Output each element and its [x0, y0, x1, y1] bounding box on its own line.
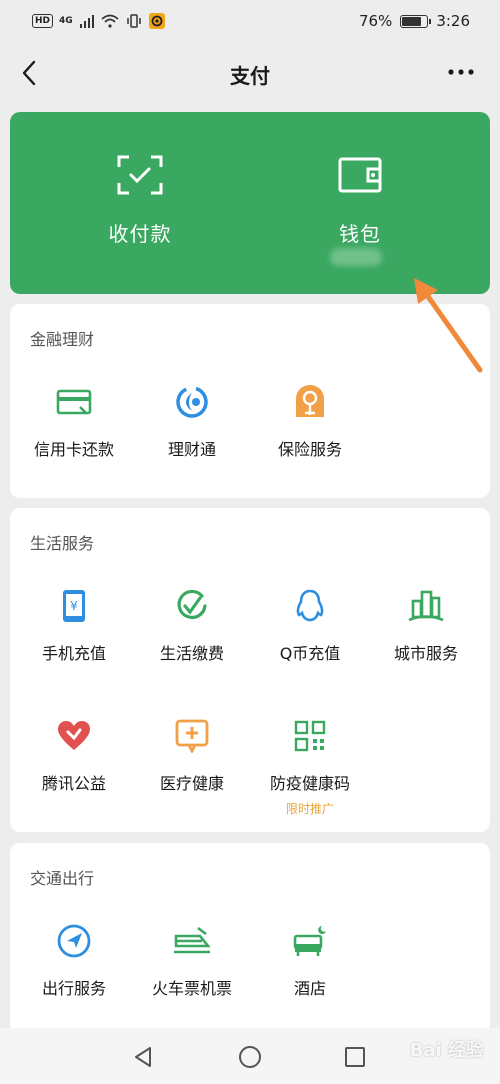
hotel-bed-icon — [250, 921, 370, 961]
grid-item-train-flight[interactable]: 火车票机票 — [132, 921, 252, 999]
vibrate-icon — [126, 14, 141, 28]
section-title: 交通出行 — [30, 869, 95, 888]
grid-item-credit-card[interactable]: 信用卡还款 — [14, 382, 134, 460]
page-title: 支付 — [230, 64, 270, 88]
grid-item-qcoin[interactable]: Q币充值 — [250, 586, 370, 664]
receive-pay-button[interactable]: 收付款 — [50, 152, 230, 247]
watermark: Bai 经验 — [409, 1040, 484, 1061]
grid-item-label: 腾讯公益 — [41, 774, 106, 793]
grid-item-medical[interactable]: 医疗健康 — [132, 716, 252, 794]
receive-pay-label: 收付款 — [108, 222, 172, 246]
svg-text:¥: ¥ — [70, 599, 78, 613]
circle-home-icon — [239, 1046, 261, 1068]
square-recent-icon — [345, 1047, 365, 1067]
system-back-button[interactable] — [128, 1042, 158, 1072]
status-left: HD 4G — [32, 13, 165, 29]
battery-percent: 76% — [358, 12, 393, 30]
triangle-back-icon — [135, 1047, 151, 1067]
network-type: 4G — [59, 16, 73, 26]
city-buildings-icon — [366, 586, 486, 626]
signal-icon — [79, 15, 94, 28]
grid-item-label: 酒店 — [293, 979, 326, 998]
promo-badge: 限时推广 — [285, 802, 334, 816]
grid-item-label: 手机充值 — [41, 644, 106, 663]
blurred-balance — [330, 248, 382, 266]
grid-item-label: Q币充值 — [279, 644, 341, 663]
grid-item-hotel[interactable]: 酒店 — [250, 921, 370, 999]
qq-penguin-icon — [250, 586, 370, 626]
phone-recharge-icon: ¥ — [14, 586, 134, 626]
grid-item-charity[interactable]: 腾讯公益 — [14, 716, 134, 794]
grid-item-travel[interactable]: 出行服务 — [14, 921, 134, 999]
wifi-icon — [101, 14, 119, 28]
grid-item-label: 信用卡还款 — [33, 440, 114, 459]
navigation-compass-icon — [14, 921, 134, 961]
grid-item-label: 出行服务 — [41, 979, 106, 998]
battery-fill — [402, 16, 421, 26]
section-title: 生活服务 — [30, 534, 95, 553]
grid-item-health-code[interactable]: 防疫健康码 限时推广 — [250, 716, 370, 817]
utility-payment-icon — [132, 586, 252, 626]
nav-bar: 支付 — [0, 42, 500, 104]
licaitong-icon — [132, 382, 252, 422]
grid-item-insurance[interactable]: 保险服务 — [250, 382, 370, 460]
hd-badge: HD — [32, 14, 54, 28]
grid-item-label: 理财通 — [167, 440, 216, 459]
credit-card-icon — [14, 382, 134, 422]
medical-plus-icon — [132, 716, 252, 756]
annotation-arrow — [414, 278, 483, 373]
scan-frame-icon — [50, 152, 230, 198]
grid-item-label: 医疗健康 — [159, 774, 224, 793]
grid-item-label: 保险服务 — [277, 440, 342, 459]
insurance-icon — [250, 382, 370, 422]
battery-icon — [400, 14, 432, 28]
wallet-card: 收付款 钱包 — [10, 112, 490, 294]
grid-item-licaitong[interactable]: 理财通 — [132, 382, 252, 460]
grid-item-label: 城市服务 — [393, 644, 458, 663]
wallet-button[interactable]: 钱包 — [270, 152, 450, 247]
grid-item-label: 生活缴费 — [159, 644, 224, 663]
status-right: 76% 3:26 — [359, 12, 470, 30]
clock: 3:26 — [436, 12, 470, 30]
status-bar: HD 4G 76% 3:26 — [0, 0, 500, 42]
grid-item-phone-recharge[interactable]: ¥ 手机充值 — [14, 586, 134, 664]
qr-code-icon — [250, 716, 370, 756]
train-icon — [132, 921, 252, 961]
section-transport: 交通出行 出行服务 火车票机票 酒店 — [10, 843, 490, 1033]
grid-item-label: 防疫健康码 — [269, 774, 350, 793]
more-dots-icon — [448, 69, 474, 75]
charity-heart-icon — [14, 716, 134, 756]
wallet-icon — [270, 152, 450, 198]
system-home-button[interactable] — [235, 1042, 265, 1072]
grid-item-utility[interactable]: 生活缴费 — [132, 586, 252, 664]
app-notification-icon — [148, 13, 165, 29]
section-life-services: 生活服务 ¥ 手机充值 生活缴费 Q币充值 城市服务 腾讯公益 医疗健康 防疫健… — [10, 508, 490, 832]
section-title: 金融理财 — [30, 330, 95, 349]
wallet-label: 钱包 — [339, 222, 381, 246]
grid-item-label: 火车票机票 — [151, 979, 232, 998]
more-button[interactable] — [444, 60, 478, 84]
grid-item-city-services[interactable]: 城市服务 — [366, 586, 486, 664]
system-recent-button[interactable] — [340, 1042, 370, 1072]
